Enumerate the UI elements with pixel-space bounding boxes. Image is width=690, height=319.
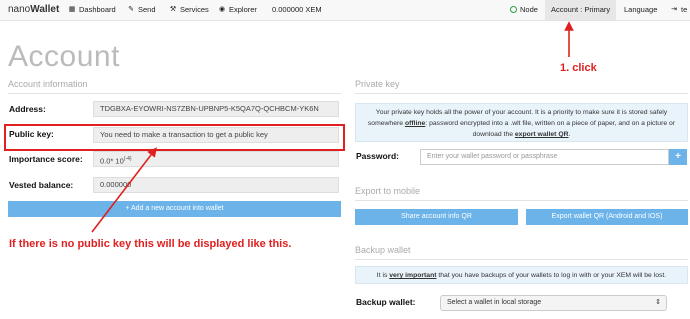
pubkey-arrow [91,147,157,233]
annotation-arrows [91,21,574,233]
